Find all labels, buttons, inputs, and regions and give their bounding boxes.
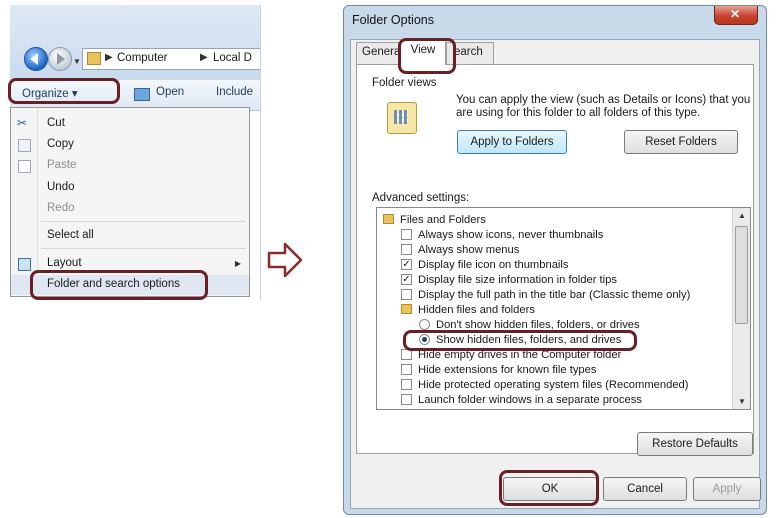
- navigation-bar: ▼ ▶ Computer ▶ Local D: [10, 5, 260, 80]
- setting-label: Hide extensions for known file types: [418, 364, 597, 376]
- menu-item-redo[interactable]: Redo: [11, 199, 249, 219]
- checkbox[interactable]: [401, 244, 412, 255]
- setting-label: Always show menus: [418, 244, 520, 256]
- checkbox[interactable]: [401, 394, 412, 405]
- menu-separator: [41, 221, 246, 222]
- recent-pages-chevron-icon[interactable]: ▼: [73, 57, 81, 66]
- apply-button[interactable]: Apply: [693, 477, 761, 501]
- dialog-title: Folder Options: [352, 13, 434, 27]
- paste-icon: [18, 160, 31, 173]
- view-tab-highlight: [398, 38, 456, 74]
- menu-separator: [41, 248, 246, 249]
- folder-options-highlight: [30, 270, 208, 300]
- menu-item-label: Layout: [47, 257, 82, 269]
- apply-to-folders-button[interactable]: Apply to Folders: [457, 130, 567, 154]
- include-in-library-button[interactable]: Include: [216, 86, 253, 98]
- show-hidden-highlight: [403, 330, 637, 351]
- scroll-down-icon[interactable]: ▼: [738, 397, 746, 406]
- menu-item-paste[interactable]: Paste: [11, 156, 249, 176]
- organize-highlight: [8, 78, 120, 104]
- advanced-settings-heading: Advanced settings:: [372, 192, 470, 204]
- breadcrumb-arrow-icon[interactable]: ▶: [200, 52, 208, 63]
- open-button[interactable]: Open: [156, 86, 184, 98]
- breadcrumb-local-disk[interactable]: Local D: [213, 52, 252, 64]
- radio-button[interactable]: [419, 319, 430, 330]
- open-folder-icon: [134, 88, 150, 101]
- menu-item-label: Select all: [47, 229, 94, 241]
- back-button[interactable]: [24, 47, 48, 71]
- folder-view-icon: [387, 102, 417, 134]
- close-button[interactable]: ✕: [714, 6, 758, 25]
- checkbox[interactable]: [401, 379, 412, 390]
- menu-item-copy[interactable]: Copy: [11, 135, 249, 155]
- folder-icon: [87, 52, 101, 65]
- ok-highlight: [499, 470, 599, 506]
- organize-menu: ✂ Cut Copy Paste Undo Redo Select all La…: [10, 107, 250, 297]
- reset-folders-button[interactable]: Reset Folders: [624, 130, 738, 154]
- forward-button[interactable]: [48, 47, 72, 71]
- scissors-icon: ✂: [17, 116, 28, 130]
- setting-label: Display the full path in the title bar (…: [418, 289, 691, 301]
- vertical-scrollbar[interactable]: ▲ ▼: [732, 208, 750, 409]
- checkbox-checked[interactable]: ✓: [401, 274, 412, 285]
- breadcrumb-computer[interactable]: Computer: [117, 52, 168, 64]
- tree-folder-label: Files and Folders: [400, 214, 486, 226]
- menu-item-label: Redo: [47, 202, 75, 214]
- folder-views-description: You can apply the view (such as Details …: [456, 94, 751, 119]
- copy-icon: [18, 139, 31, 152]
- tree-folder-label: Hidden files and folders: [418, 304, 535, 316]
- advanced-settings-list[interactable]: Files and Folders Always show icons, nev…: [376, 207, 751, 410]
- setting-label: Display file icon on thumbnails: [418, 259, 569, 271]
- folder-icon: [401, 304, 412, 314]
- menu-item-select-all[interactable]: Select all: [11, 226, 249, 246]
- right-arrow-icon: [267, 242, 303, 278]
- checkbox[interactable]: [401, 364, 412, 375]
- checkbox[interactable]: [401, 229, 412, 240]
- setting-label: Launch folder windows in a separate proc…: [418, 394, 642, 406]
- setting-label: Display file size information in folder …: [418, 274, 617, 286]
- menu-item-label: Undo: [47, 181, 75, 193]
- menu-item-undo[interactable]: Undo: [11, 178, 249, 198]
- menu-item-label: Paste: [47, 159, 77, 171]
- folder-icon: [383, 214, 394, 224]
- setting-label: Hide protected operating system files (R…: [418, 379, 689, 391]
- layout-icon: [18, 258, 31, 271]
- checkbox-checked[interactable]: ✓: [401, 259, 412, 270]
- close-icon: ✕: [730, 7, 741, 21]
- folder-views-heading: Folder views: [372, 77, 437, 89]
- submenu-arrow-icon: ▶: [234, 259, 241, 268]
- scrollbar-thumb[interactable]: [735, 226, 748, 324]
- scroll-up-icon[interactable]: ▲: [738, 211, 746, 220]
- tab-general[interactable]: Genera: [356, 42, 400, 64]
- cancel-button[interactable]: Cancel: [603, 477, 687, 501]
- breadcrumb-arrow-icon[interactable]: ▶: [105, 52, 113, 63]
- restore-defaults-button[interactable]: Restore Defaults: [637, 432, 753, 456]
- address-bar[interactable]: ▶ Computer ▶ Local D: [82, 48, 260, 70]
- menu-item-label: Copy: [47, 138, 74, 150]
- menu-item-label: Cut: [47, 117, 65, 129]
- setting-label: Always show icons, never thumbnails: [418, 229, 604, 241]
- checkbox[interactable]: [401, 289, 412, 300]
- menu-item-cut[interactable]: ✂ Cut: [11, 114, 249, 134]
